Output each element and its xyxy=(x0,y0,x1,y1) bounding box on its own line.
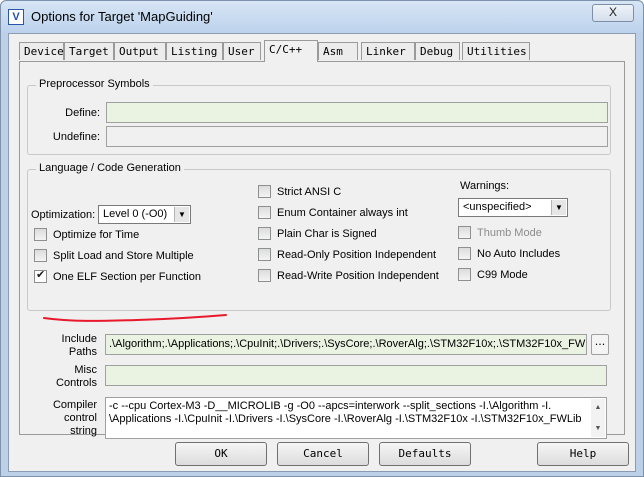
dialog-client: Device Target Output Listing User C/C++ … xyxy=(8,33,636,472)
plain-char-signed-label: Plain Char is Signed xyxy=(277,227,377,240)
paths-group: Include Paths .\Algorithm;.\Applications… xyxy=(27,321,611,439)
misc-controls-label: Misc Controls xyxy=(27,364,97,390)
defaults-button[interactable]: Defaults xyxy=(379,442,471,466)
ropi-label: Read-Only Position Independent xyxy=(277,248,436,261)
compiler-control-label-line2: control xyxy=(63,412,97,424)
c99-mode-label: C99 Mode xyxy=(477,268,528,281)
split-load-store-label: Split Load and Store Multiple xyxy=(53,249,194,262)
optimization-value: Level 0 (-O0) xyxy=(103,208,168,220)
checkbox-box xyxy=(458,268,471,281)
options-dialog: V Options for Target 'MapGuiding' X Devi… xyxy=(0,0,644,477)
undefine-input xyxy=(106,126,608,147)
thumb-mode-checkbox: Thumb Mode xyxy=(458,226,542,239)
compiler-control-line1: -c --cpu Cortex-M3 -D__MICROLIB -g -O0 -… xyxy=(109,400,552,412)
tab-debug[interactable]: Debug xyxy=(415,42,460,60)
chevron-down-icon: ▼ xyxy=(174,207,189,222)
language-group: Language / Code Generation Optimization:… xyxy=(27,162,611,311)
ok-button[interactable]: OK xyxy=(175,442,267,466)
no-auto-includes-label: No Auto Includes xyxy=(477,247,561,260)
chevron-down-icon: ▼ xyxy=(551,200,566,215)
checkbox-box-checked xyxy=(34,268,47,283)
one-elf-section-checkbox[interactable]: One ELF Section per Function xyxy=(34,268,201,283)
preprocessor-group: Preprocessor Symbols Define: Undefine: xyxy=(27,78,611,155)
tab-listing[interactable]: Listing xyxy=(166,42,223,60)
tab-output[interactable]: Output xyxy=(114,42,166,60)
strict-ansi-checkbox[interactable]: Strict ANSI C xyxy=(258,185,341,198)
warnings-value: <unspecified> xyxy=(463,201,532,213)
compiler-control-label-line3: string xyxy=(70,425,97,437)
scroll-up-icon[interactable]: ▲ xyxy=(591,401,605,414)
c99-mode-checkbox[interactable]: C99 Mode xyxy=(458,268,528,281)
checkbox-box xyxy=(458,247,471,260)
optimize-for-time-label: Optimize for Time xyxy=(53,228,140,241)
cancel-button[interactable]: Cancel xyxy=(277,442,369,466)
checkbox-box xyxy=(258,206,271,219)
c-cpp-panel: Preprocessor Symbols Define: Undefine: L… xyxy=(19,61,625,439)
plain-char-signed-checkbox[interactable]: Plain Char is Signed xyxy=(258,227,377,240)
tab-utilities[interactable]: Utilities xyxy=(462,42,530,60)
tab-device[interactable]: Device xyxy=(19,42,64,60)
no-auto-includes-checkbox[interactable]: No Auto Includes xyxy=(458,247,560,260)
help-button[interactable]: Help xyxy=(537,442,629,466)
enum-container-label: Enum Container always int xyxy=(277,206,408,219)
checkbox-box xyxy=(258,269,271,282)
include-paths-input[interactable]: .\Algorithm;.\Applications;.\CpuInit;.\D… xyxy=(105,334,587,355)
browse-include-paths-button[interactable]: ... xyxy=(591,334,609,355)
scroll-down-icon[interactable]: ▼ xyxy=(591,422,605,435)
include-paths-label-line1: Include xyxy=(61,333,97,345)
compiler-control-scrollbar[interactable]: ▲ ▼ xyxy=(591,399,605,437)
window-title: Options for Target 'MapGuiding' xyxy=(31,9,213,24)
rwpi-label: Read-Write Position Independent xyxy=(277,269,439,282)
checkbox-box xyxy=(258,185,271,198)
thumb-mode-label: Thumb Mode xyxy=(477,226,542,239)
preprocessor-group-title: Preprocessor Symbols xyxy=(36,78,153,90)
strict-ansi-label: Strict ANSI C xyxy=(277,185,342,198)
include-paths-label-line2: Paths xyxy=(68,346,97,358)
checkbox-box xyxy=(258,248,271,261)
warnings-label: Warnings: xyxy=(460,180,510,192)
compiler-control-textarea[interactable]: -c --cpu Cortex-M3 -D__MICROLIB -g -O0 -… xyxy=(105,397,607,439)
define-input[interactable] xyxy=(106,102,608,123)
misc-controls-label-line2: Controls xyxy=(56,377,97,389)
title-bar[interactable]: V Options for Target 'MapGuiding' X xyxy=(1,1,643,33)
rwpi-checkbox[interactable]: Read-Write Position Independent xyxy=(258,269,439,282)
ropi-checkbox[interactable]: Read-Only Position Independent xyxy=(258,248,436,261)
tab-linker[interactable]: Linker xyxy=(361,42,415,60)
language-group-title: Language / Code Generation xyxy=(36,162,184,174)
tab-c-cpp[interactable]: C/C++ xyxy=(264,40,318,62)
checkbox-box xyxy=(34,249,47,262)
optimization-label: Optimization: xyxy=(31,209,96,221)
compiler-control-label: Compiler control string xyxy=(27,399,97,438)
checkbox-box xyxy=(458,226,471,239)
warnings-select[interactable]: <unspecified> ▼ xyxy=(458,198,568,217)
define-label: Define: xyxy=(65,107,100,119)
one-elf-section-label: One ELF Section per Function xyxy=(53,270,201,283)
optimization-select[interactable]: Level 0 (-O0) ▼ xyxy=(98,205,191,224)
tab-user[interactable]: User xyxy=(223,42,261,60)
optimize-for-time-checkbox[interactable]: Optimize for Time xyxy=(34,228,139,241)
compiler-control-line2: \Applications -I.\CpuInit -I.\Drivers -I… xyxy=(109,413,582,425)
enum-container-checkbox[interactable]: Enum Container always int xyxy=(258,206,408,219)
undefine-label: Undefine: xyxy=(52,131,100,143)
misc-controls-input[interactable] xyxy=(105,365,607,386)
keil-app-icon: V xyxy=(8,9,24,25)
misc-controls-label-line1: Misc xyxy=(74,364,97,376)
tab-target[interactable]: Target xyxy=(64,42,114,60)
split-load-store-checkbox[interactable]: Split Load and Store Multiple xyxy=(34,249,194,262)
tab-asm[interactable]: Asm xyxy=(318,42,358,60)
include-paths-label: Include Paths xyxy=(27,333,97,359)
close-button[interactable]: X xyxy=(592,4,634,22)
checkbox-box xyxy=(34,228,47,241)
checkbox-box xyxy=(258,227,271,240)
compiler-control-label-line1: Compiler xyxy=(52,399,97,411)
